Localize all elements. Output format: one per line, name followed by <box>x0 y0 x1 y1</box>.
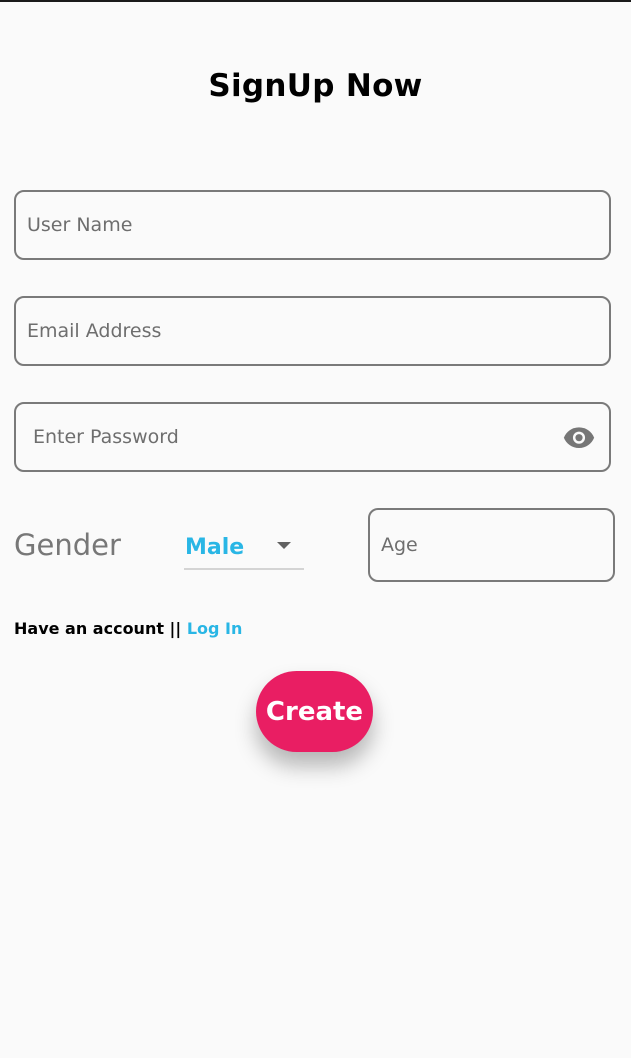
gender-selected-value: Male <box>185 535 245 560</box>
page-title: SignUp Now <box>208 68 423 104</box>
email-field[interactable] <box>14 296 611 366</box>
create-button[interactable]: Create <box>256 671 373 752</box>
eye-icon[interactable] <box>561 425 597 449</box>
gender-label: Gender <box>14 528 121 562</box>
username-input[interactable] <box>16 192 609 258</box>
age-field[interactable] <box>368 508 615 582</box>
login-link[interactable]: Log In <box>187 619 243 638</box>
username-field[interactable] <box>14 190 611 260</box>
top-border <box>0 0 631 2</box>
account-prompt-row: Have an account || Log In <box>14 619 242 638</box>
gender-dropdown[interactable]: Male <box>184 526 304 570</box>
age-input[interactable] <box>370 510 613 580</box>
caret-down-icon <box>277 542 291 549</box>
password-input[interactable] <box>16 404 609 470</box>
password-field[interactable] <box>14 402 611 472</box>
have-account-text: Have an account || <box>14 619 187 638</box>
email-input[interactable] <box>16 298 609 364</box>
